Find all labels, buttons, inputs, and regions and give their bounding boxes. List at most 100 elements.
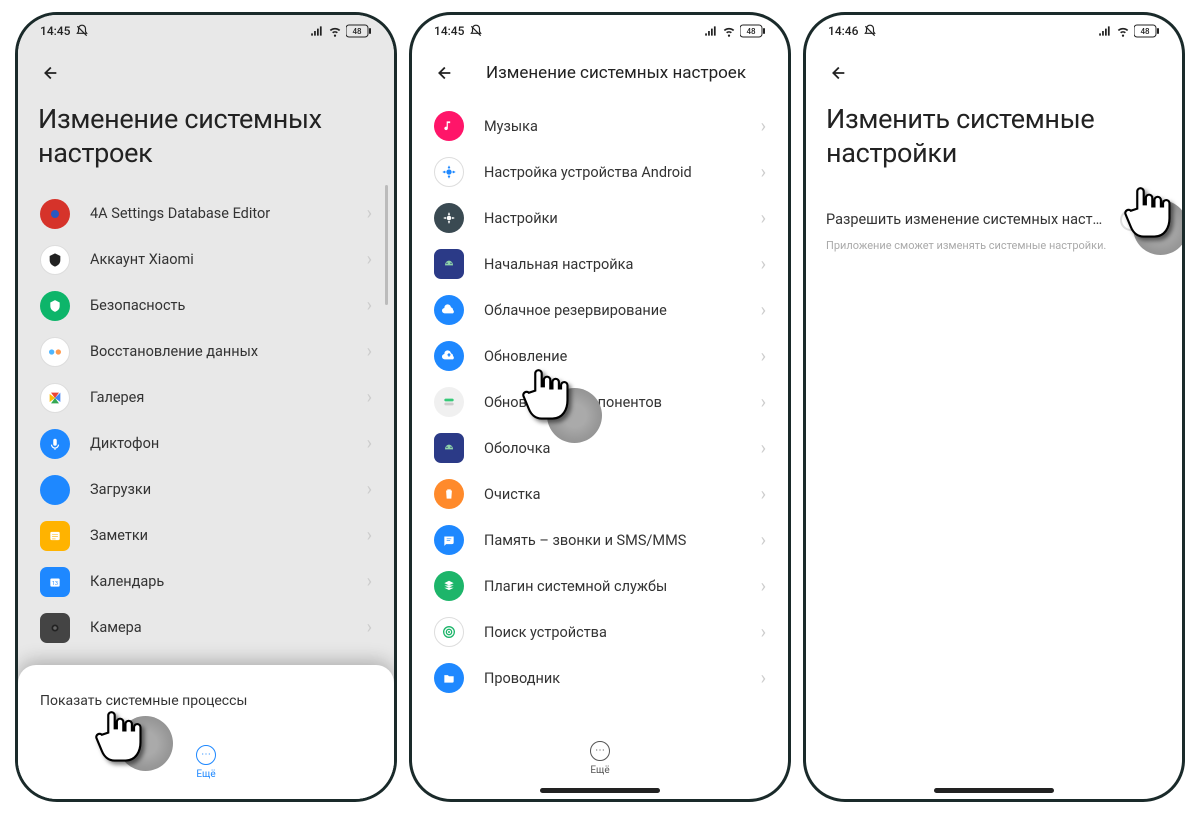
chevron-right-icon: › [761,346,766,367]
status-time: 14:45 [40,24,70,38]
phone-screen-3: 14:46 48 Изменить системные настройки Ра… [803,12,1185,802]
list-item[interactable]: Облачное резервирование› [416,287,784,333]
back-button[interactable] [38,55,74,91]
app-list: Музыка› Настройка устройства Android› На… [412,97,788,799]
app-icon [434,479,464,509]
chevron-right-icon: › [761,208,766,229]
status-time: 14:45 [434,24,464,38]
list-item[interactable]: Настройки› [416,195,784,241]
signal-icon [310,24,324,38]
wifi-icon [1116,24,1130,38]
list-item[interactable]: Очистка› [416,471,784,517]
more-icon[interactable]: ⋯ [196,745,216,765]
more-label: Ещё [590,765,609,776]
bottom-dock: ⋯ Ещё [40,737,372,787]
list-item[interactable]: Поиск устройства› [416,609,784,655]
toggle-switch[interactable] [1120,209,1162,231]
app-icon [434,387,464,417]
wifi-icon [328,24,342,38]
chevron-right-icon: › [761,438,766,459]
show-system-processes[interactable]: Показать системные процессы [40,687,372,723]
chevron-right-icon: › [367,341,372,362]
list-item[interactable]: Музыка› [416,103,784,149]
app-icon [434,203,464,233]
list-item[interactable]: Диктофон› [22,421,390,467]
list-item-label: Облачное резервирование [484,302,761,319]
app-icon [40,475,70,505]
list-item-label: Диктофон [90,435,367,452]
list-item[interactable]: Проводник› [416,655,784,701]
list-item-label: Музыка [484,118,761,135]
list-item[interactable]: Заметки› [22,513,390,559]
chevron-right-icon: › [761,484,766,505]
list-item[interactable]: Настройка устройства Android› [416,149,784,195]
home-indicator[interactable] [540,788,660,793]
chevron-right-icon: › [761,392,766,413]
app-icon [434,249,464,279]
chevron-right-icon: › [761,668,766,689]
scrollbar[interactable] [385,185,388,305]
list-item[interactable]: Обновление компонентов› [416,379,784,425]
list-item-label: Память – звонки и SMS/MMS [484,532,761,549]
status-bar: 14:45 48 [412,15,788,47]
app-icon [434,295,464,325]
list-item[interactable]: Начальная настройка› [416,241,784,287]
chevron-right-icon: › [761,254,766,275]
chevron-right-icon: › [761,530,766,551]
phone-screen-2: 14:45 48 Изменение системных настроек Му… [409,12,791,802]
list-item-label: Проводник [484,670,761,687]
list-item-label: Настройка устройства Android [484,164,761,181]
app-icon [40,521,70,551]
more-icon[interactable]: ⋯ [590,741,610,761]
chevron-right-icon: › [367,433,372,454]
dnd-icon [863,24,877,38]
chevron-right-icon: › [367,295,372,316]
list-item[interactable]: Оболочка› [416,425,784,471]
app-icon [434,433,464,463]
list-item-label: Заметки [90,527,367,544]
more-label: Ещё [196,769,215,780]
chevron-right-icon: › [761,116,766,137]
list-item[interactable]: 4A Settings Database Editor› [22,191,390,237]
page-title: Изменить системные настройки [826,103,1162,171]
list-item-label: Оболочка [484,440,761,457]
list-item[interactable]: Загрузки› [22,467,390,513]
header: Изменить системные настройки [806,47,1182,185]
list-item[interactable]: Галерея› [22,375,390,421]
chevron-right-icon: › [367,387,372,408]
arrow-left-icon [826,62,848,84]
back-button[interactable] [432,55,468,91]
list-item[interactable]: Камера› [22,605,390,651]
bottom-sheet: Показать системные процессы ⋯ Ещё [18,665,394,799]
chevron-right-icon: › [367,479,372,500]
status-bar: 14:45 48 [18,15,394,47]
app-icon [40,199,70,229]
list-item-label: Очистка [484,486,761,503]
app-icon [434,663,464,693]
back-button[interactable] [826,55,862,91]
list-item[interactable]: Память – звонки и SMS/MMS› [416,517,784,563]
permission-toggle-row: Разрешить изменение системных наст… [806,197,1182,233]
list-item[interactable]: Безопасность› [22,283,390,329]
list-item[interactable]: Обновление› [416,333,784,379]
list-item[interactable]: Аккаунт Xiaomi› [22,237,390,283]
app-icon [434,525,464,555]
arrow-left-icon [432,62,454,84]
list-item[interactable]: Восстановление данных› [22,329,390,375]
app-icon: 13 [40,567,70,597]
svg-text:48: 48 [352,27,362,36]
page-title: Изменение системных настроек [486,63,746,83]
status-bar: 14:46 48 [806,15,1182,47]
toggle-description: Приложение сможет изменять системные нас… [806,233,1182,258]
list-item[interactable]: Плагин системной службы› [416,563,784,609]
app-icon [434,571,464,601]
list-item[interactable]: 13Календарь› [22,559,390,605]
header: Изменение системных настроек [412,47,788,97]
chevron-right-icon: › [367,617,372,638]
phone-screen-1: 14:45 48 Изменение системных настроек 4A… [15,12,397,802]
chevron-right-icon: › [761,622,766,643]
chevron-right-icon: › [367,525,372,546]
app-icon [40,337,70,367]
battery-icon: 48 [740,24,766,38]
home-indicator[interactable] [934,788,1054,793]
